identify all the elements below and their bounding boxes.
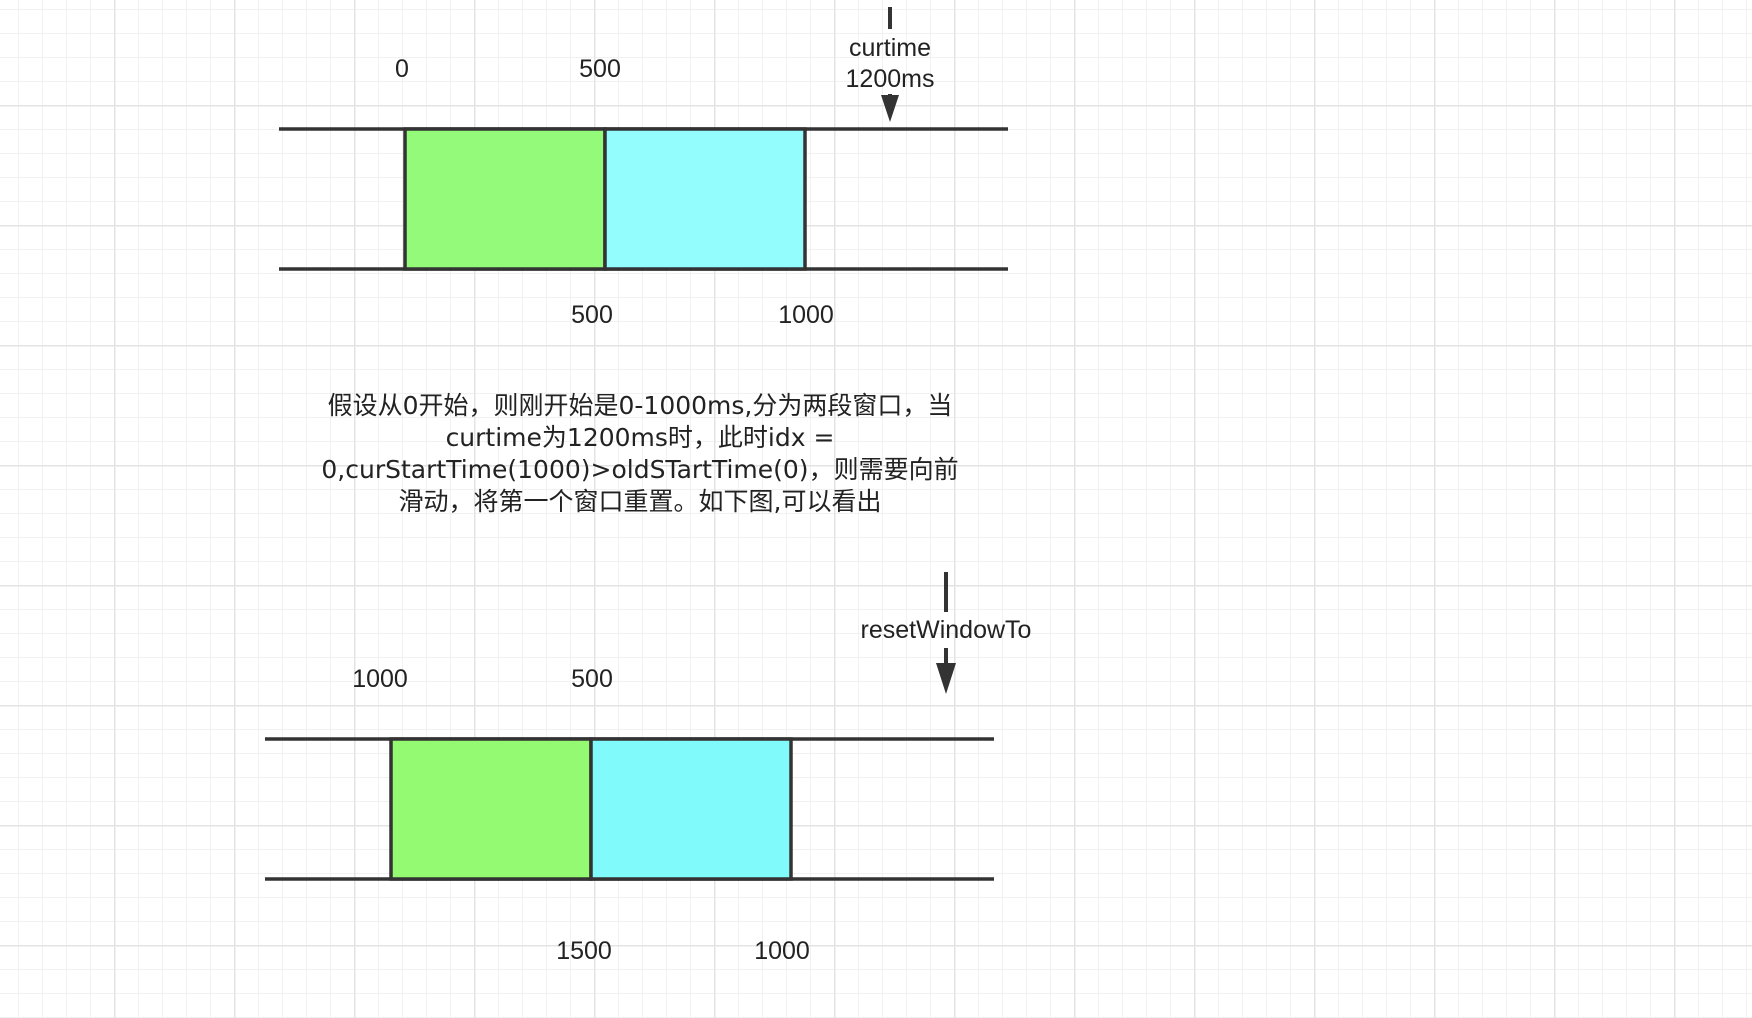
top-label-above-mid: 500	[579, 55, 621, 83]
top-pointer-label-1: curtime	[849, 34, 931, 62]
top-label-below-mid: 500	[571, 301, 613, 329]
bottom-label-above-start: 1000	[352, 665, 408, 693]
bottom-window-first	[389, 737, 593, 881]
bottom-label-below-end: 1000	[754, 937, 810, 965]
bottom-window-second	[589, 737, 793, 881]
description-text: 假设从0开始，则刚开始是0-1000ms,分为两段窗口，当curtime为120…	[321, 391, 959, 516]
bottom-label-above-mid: 500	[571, 665, 613, 693]
top-pointer-arrowhead	[881, 95, 899, 122]
top-window-second	[603, 127, 807, 271]
bottom-label-below-mid: 1500	[556, 937, 612, 965]
bottom-pointer-label: resetWindowTo	[860, 616, 1032, 644]
top-window-first	[403, 127, 607, 271]
bottom-pointer-arrowhead	[936, 663, 956, 694]
top-label-above-start: 0	[395, 55, 409, 83]
top-pointer-label-2: 1200ms	[845, 65, 935, 93]
top-label-below-end: 1000	[778, 301, 834, 329]
